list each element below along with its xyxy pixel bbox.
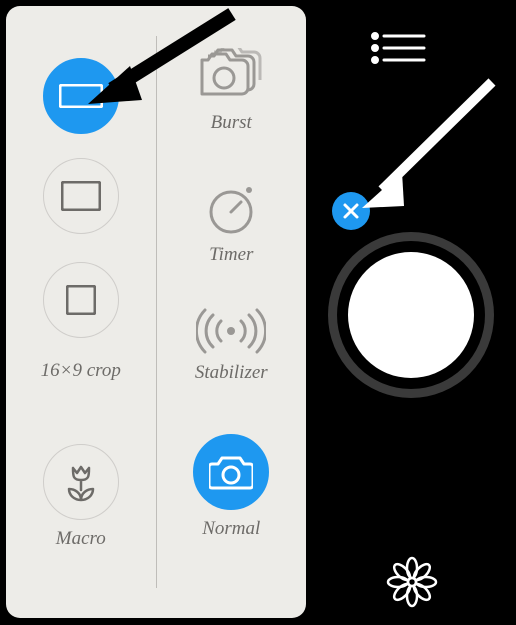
flower-icon[interactable] [386, 556, 438, 608]
annotation-arrow-black [82, 4, 242, 124]
shutter-button[interactable] [328, 232, 494, 398]
crop-caption: 16×9 crop [41, 360, 121, 382]
mode-stabilizer[interactable]: Stabilizer [195, 308, 268, 434]
macro-label: Macro [56, 528, 106, 550]
stabilizer-icon [196, 308, 266, 354]
mode-normal[interactable]: Normal [193, 434, 269, 552]
normal-label: Normal [202, 518, 260, 540]
tulip-icon [62, 462, 100, 502]
list-icon[interactable] [370, 30, 428, 66]
annotation-arrow-white [352, 68, 512, 228]
camera-icon [209, 454, 253, 490]
timer-icon [203, 180, 259, 236]
stabilizer-label: Stabilizer [195, 362, 268, 384]
mode-macro[interactable]: Macro [43, 444, 119, 554]
crop-option-43[interactable] [43, 158, 119, 262]
timer-label: Timer [209, 244, 253, 266]
rect-square-icon [66, 285, 96, 315]
rect-43-icon [61, 181, 101, 211]
camera-app-screen: 16×9 crop Macro [0, 0, 516, 625]
crop-option-square[interactable] [43, 262, 119, 352]
mode-timer[interactable]: Timer [203, 180, 259, 308]
